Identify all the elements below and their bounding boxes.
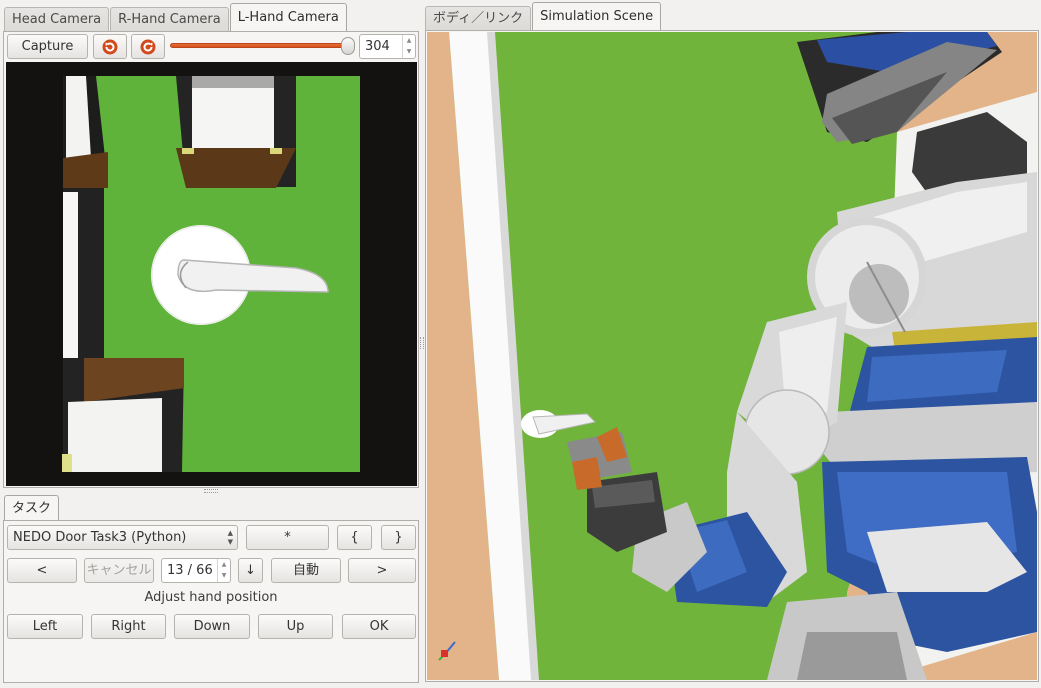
- auto-button[interactable]: 自動: [271, 558, 341, 583]
- tab-simulation-scene[interactable]: Simulation Scene: [532, 2, 662, 31]
- rotate-ccw-button[interactable]: [93, 34, 127, 59]
- combo-arrows-icon: ▲ ▼: [227, 529, 233, 546]
- cancel-button[interactable]: キャンセル: [84, 558, 154, 583]
- next-button[interactable]: >: [348, 558, 416, 583]
- slider-value-text: 304: [365, 39, 390, 54]
- star-button[interactable]: *: [246, 525, 329, 550]
- instruction-label: Adjust hand position: [144, 590, 278, 605]
- tab-task[interactable]: タスク: [4, 495, 60, 521]
- spin-arrows-icon[interactable]: ▲ ▼: [402, 35, 415, 58]
- rotate-ccw-icon: [102, 39, 118, 55]
- scene-tab-bar: ボディ／リンク Simulation Scene: [425, 2, 662, 31]
- tab-l-hand-camera[interactable]: L-Hand Camera: [229, 3, 347, 32]
- capture-button[interactable]: Capture: [7, 34, 88, 59]
- slider-value-spinbox[interactable]: 304 ▲ ▼: [359, 34, 416, 59]
- simulation-scene-view[interactable]: [427, 32, 1037, 680]
- camera-slider[interactable]: [170, 43, 354, 48]
- brace-close-button[interactable]: }: [381, 525, 416, 550]
- ok-button[interactable]: OK: [342, 614, 416, 639]
- hand-camera-view[interactable]: [6, 62, 417, 486]
- spin-arrows-icon[interactable]: ▲ ▼: [217, 559, 230, 582]
- camera-tab-bar: Head Camera R-Hand Camera L-Hand Camera: [4, 3, 348, 32]
- tab-r-hand-camera[interactable]: R-Hand Camera: [110, 7, 229, 32]
- right-button[interactable]: Right: [91, 614, 166, 639]
- simulation-scene-image: [427, 32, 1037, 680]
- step-counter-spinbox[interactable]: 13 / 66 ▲ ▼: [161, 558, 231, 583]
- step-counter-text: 13 / 66: [167, 563, 213, 578]
- camera-slider-handle[interactable]: [341, 37, 355, 55]
- up-button[interactable]: Up: [258, 614, 333, 639]
- left-button[interactable]: Left: [7, 614, 83, 639]
- down-button[interactable]: ↓: [238, 558, 263, 583]
- rotate-cw-icon: [140, 39, 156, 55]
- tab-body-link[interactable]: ボディ／リンク: [425, 6, 532, 31]
- prev-button[interactable]: <: [7, 558, 77, 583]
- brace-open-button[interactable]: {: [337, 525, 372, 550]
- horizontal-splitter[interactable]: [204, 489, 218, 493]
- tab-head-camera[interactable]: Head Camera: [4, 7, 110, 32]
- vertical-splitter[interactable]: [420, 337, 424, 349]
- rotate-cw-button[interactable]: [131, 34, 165, 59]
- task-select-value: NEDO Door Task3 (Python): [13, 530, 187, 545]
- task-select[interactable]: NEDO Door Task3 (Python) ▲ ▼: [7, 525, 238, 550]
- down-direction-button[interactable]: Down: [174, 614, 250, 639]
- hand-camera-image: [62, 76, 360, 472]
